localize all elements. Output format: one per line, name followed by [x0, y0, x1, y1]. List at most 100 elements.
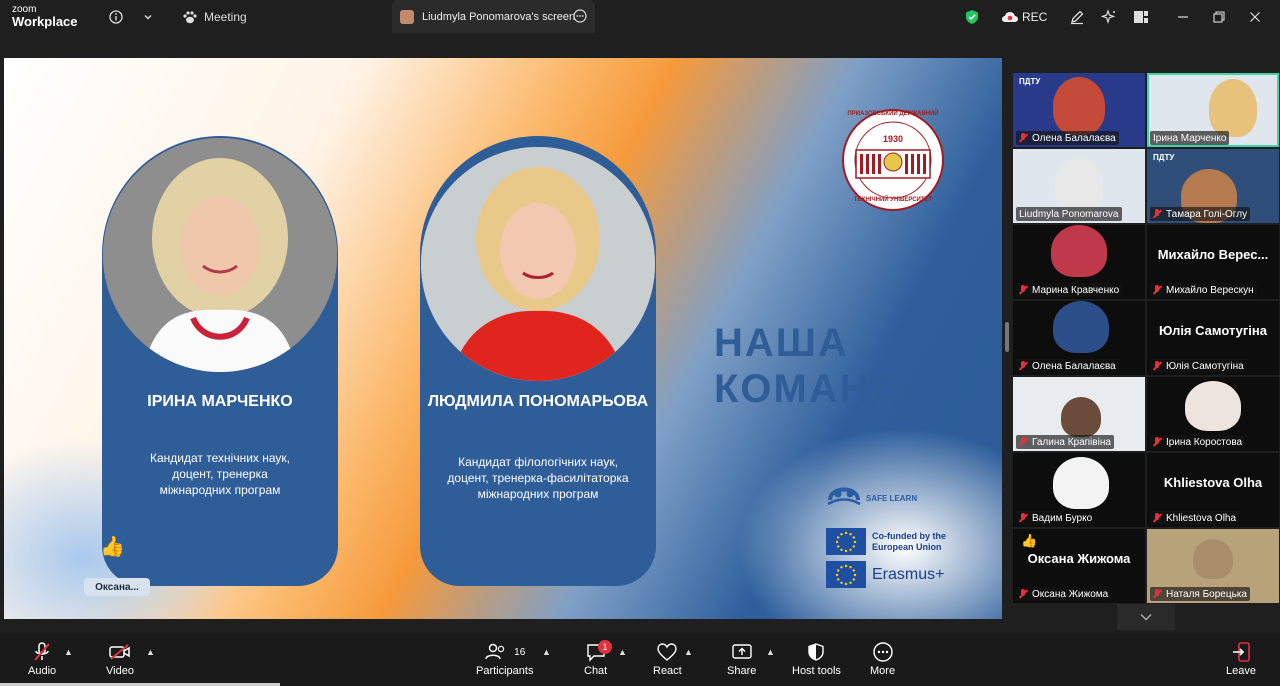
mic-muted-icon — [1019, 437, 1028, 447]
participant-name-label: Наталя Борецька — [1150, 587, 1250, 601]
participant-tile[interactable]: Михайло Верес... Михайло Верескун — [1147, 225, 1279, 299]
participant-video — [1053, 457, 1109, 509]
share-screen-icon — [731, 639, 753, 665]
participant-name: Ірина Марченко — [1153, 132, 1227, 144]
minimize-icon[interactable] — [1173, 7, 1193, 27]
more-dots-icon — [872, 639, 894, 665]
video-off-icon — [108, 639, 132, 665]
safe-learn-text: SAFE LEARN — [866, 493, 918, 503]
host-tools-button[interactable]: Host tools — [792, 639, 841, 677]
participant-tile[interactable]: Liudmyla Ponomarova — [1013, 149, 1145, 223]
participant-tile[interactable]: Олена Балалаєва — [1013, 301, 1145, 375]
info-button[interactable] — [106, 6, 126, 28]
mic-muted-icon — [1019, 285, 1028, 295]
participant-name-label: Олена Балалаєва — [1016, 359, 1119, 373]
participant-video — [1193, 539, 1233, 579]
eu-cofunded-text: Co-funded by the European Union — [872, 530, 946, 552]
participant-name-label: Ірина Марченко — [1150, 131, 1230, 145]
participant-name-label: Галина Крапівіна — [1016, 435, 1114, 449]
react-options-caret[interactable]: ▲ — [684, 647, 693, 657]
title-bar-right: REC — [962, 0, 1265, 33]
annotate-pen-icon[interactable] — [1067, 7, 1087, 27]
participant-name-label: Юлія Самотугіна — [1150, 359, 1247, 373]
participant-name: Liudmyla Ponomarova — [1019, 208, 1119, 220]
university-seal: ПРИАЗОВСЬКИЙ ДЕРЖАВНИЙ 1930 ТЕХНІЧНИЙ УН… — [836, 108, 950, 212]
participants-options-caret[interactable]: ▲ — [542, 647, 551, 657]
participant-tile[interactable]: Марина Кравченко — [1013, 225, 1145, 299]
participant-display-name: Оксана Жижома — [1027, 551, 1131, 566]
participant-tile[interactable]: Юлія Самотугіна Юлія Самотугіна — [1147, 301, 1279, 375]
video-label: Video — [106, 665, 134, 677]
seal-year: 1930 — [882, 134, 904, 144]
view-layout-icon[interactable] — [1131, 7, 1151, 27]
react-button[interactable]: React — [653, 639, 682, 677]
participant-tile[interactable]: Оксана Жижома 👍 Оксана Жижома — [1013, 529, 1145, 603]
audio-button[interactable]: Audio — [28, 639, 56, 677]
card-name-ponomarova: ЛЮДМИЛА ПОНОМАРЬОВА — [427, 393, 649, 410]
erasmus-logo: Erasmus+ — [826, 561, 944, 588]
shield-icon[interactable] — [962, 7, 982, 27]
rec-label[interactable]: REC — [1022, 10, 1047, 24]
participant-tile[interactable]: Наталя Борецька — [1147, 529, 1279, 603]
participant-name: Khliestova Olha — [1166, 512, 1237, 524]
participants-button[interactable]: 16 Participants — [476, 639, 533, 677]
more-options-icon[interactable] — [570, 6, 590, 26]
presentation-slide: ІРИНА МАРЧЕНКО Кандидат технічних наук, … — [4, 58, 1002, 619]
participant-name-label: Олена Балалаєва — [1016, 131, 1119, 145]
chat-options-caret[interactable]: ▲ — [618, 647, 627, 657]
audio-options-caret[interactable]: ▲ — [64, 647, 73, 657]
ai-sparkle-icon[interactable] — [1099, 7, 1119, 27]
participant-tile[interactable]: Ірина Марченко — [1147, 73, 1279, 147]
slide-glow-decoration — [724, 418, 1002, 619]
title-bar: zoom Workplace Meeting Liudmyla Ponomaro… — [0, 0, 1280, 33]
participant-name-label: Khliestova Olha — [1150, 511, 1240, 525]
seal-bottom-text: ТЕХНІЧНИЙ УНІВЕРСИТЕТ — [853, 197, 933, 203]
eu-cofunded-logo: Co-funded by the European Union — [826, 528, 972, 555]
participant-name-label: Тамара Голі-Оглу — [1150, 207, 1251, 221]
participant-tile[interactable]: ПДТУ Тамара Голі-Оглу — [1147, 149, 1279, 223]
video-button[interactable]: Video — [106, 639, 134, 677]
mic-muted-icon — [1019, 361, 1028, 371]
meeting-tab-label: Meeting — [204, 10, 247, 24]
participant-name: Михайло Верескун — [1166, 284, 1254, 296]
participant-name: Тамара Голі-Оглу — [1166, 208, 1248, 220]
audio-label: Audio — [28, 665, 57, 677]
chevron-down-icon — [138, 7, 158, 27]
close-icon[interactable] — [1245, 7, 1265, 27]
share-button[interactable]: Share — [727, 639, 756, 677]
presenter-avatar — [400, 9, 414, 24]
participant-name: Олена Балалаєва — [1032, 132, 1116, 144]
portrait-marchenko — [103, 138, 337, 372]
ptdu-watermark: ПДТУ — [1153, 153, 1175, 162]
mic-muted-icon — [1153, 589, 1162, 599]
share-label: Share — [727, 665, 757, 677]
gallery-resize-handle[interactable] — [1005, 322, 1009, 352]
participant-name-label: Марина Кравченко — [1016, 283, 1123, 297]
participant-tile[interactable]: Галина Крапівіна — [1013, 377, 1145, 451]
info-dropdown[interactable] — [138, 6, 158, 28]
participant-name: Галина Крапівіна — [1032, 436, 1111, 448]
participant-video — [1051, 225, 1107, 277]
meeting-tab[interactable]: Meeting — [180, 6, 247, 28]
share-options-caret[interactable]: ▲ — [766, 647, 775, 657]
more-button[interactable]: More — [870, 639, 895, 677]
participant-video — [1053, 301, 1109, 353]
zoom-logo: zoom Workplace — [12, 4, 78, 28]
leave-button[interactable]: Leave — [1226, 639, 1256, 677]
screen-share-tab-label: Liudmyla Ponomarova's screen — [422, 10, 576, 23]
participant-tile[interactable]: Вадим Бурко — [1013, 453, 1145, 527]
leave-label: Leave — [1226, 665, 1256, 677]
ptdu-watermark: ПДТУ — [1019, 77, 1041, 86]
participant-display-name: Юлія Самотугіна — [1158, 323, 1268, 338]
gallery-expand-button[interactable] — [1117, 604, 1175, 630]
participant-name-label: Liudmyla Ponomarova — [1016, 207, 1122, 221]
mic-muted-icon — [1153, 209, 1162, 219]
participant-tile[interactable]: Khliestova Olha Khliestova Olha — [1147, 453, 1279, 527]
restore-icon[interactable] — [1209, 7, 1229, 27]
participant-tile[interactable]: Ірина Коростова — [1147, 377, 1279, 451]
video-options-caret[interactable]: ▲ — [146, 647, 155, 657]
participant-tile[interactable]: ПДТУ Олена Балалаєва — [1013, 73, 1145, 147]
participant-name: Олена Балалаєва — [1032, 360, 1116, 372]
screen-share-tab[interactable]: Liudmyla Ponomarova's screen — [392, 0, 595, 33]
participant-name: Вадим Бурко — [1032, 512, 1093, 524]
